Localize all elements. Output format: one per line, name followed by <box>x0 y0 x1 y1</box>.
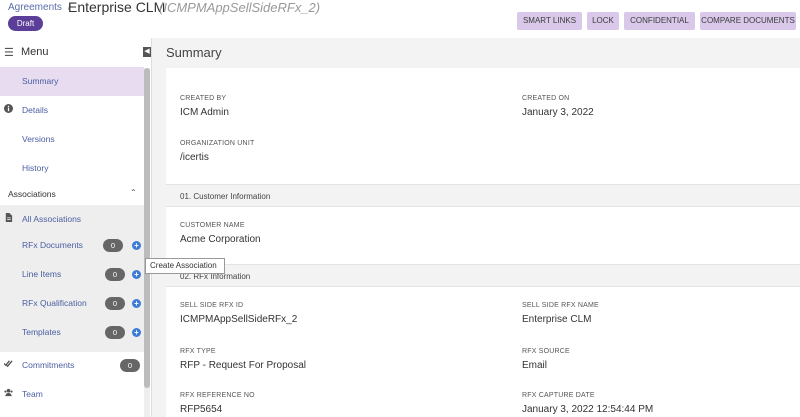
breadcrumb-agreements[interactable]: Agreements <box>8 2 62 13</box>
rfx-capture-label: RFX CAPTURE DATE <box>522 392 595 399</box>
sidebar-item-label: Versions <box>22 134 55 144</box>
associations-header[interactable]: Associations ⌃ <box>0 182 144 205</box>
created-on-label: CREATED ON <box>522 95 570 102</box>
menu-label: Menu <box>21 46 49 58</box>
sidebar-item-label: Team <box>22 389 43 399</box>
count-badge: 0 <box>105 268 125 281</box>
sidebar-item-label: Line Items <box>22 269 62 279</box>
sidebar-item-summary[interactable]: Summary <box>0 67 144 96</box>
sidebar-item-label: RFx Documents <box>22 240 83 250</box>
collapse-sidebar-icon[interactable]: ◀ <box>143 47 151 57</box>
team-icon <box>4 388 13 397</box>
sidebar-item-team[interactable]: Team <box>0 380 144 409</box>
add-association-icon[interactable]: + <box>132 270 141 279</box>
rfx-id-label: SELL SIDE RFX ID <box>180 302 244 309</box>
sidebar-item-history[interactable]: History <box>0 154 144 183</box>
associations-group: All Associations RFx Documents 0 + Line … <box>0 205 144 352</box>
rfx-source-value: Email <box>522 360 548 371</box>
sidebar: ☰ Menu ◀ Summary Details Versions Histor… <box>0 38 152 417</box>
sidebar-item-commitments[interactable]: Commitments 0 <box>0 351 144 380</box>
rfx-ref-label: RFX REFERENCE NO <box>180 392 255 399</box>
sidebar-scrollbar-thumb[interactable] <box>144 68 150 388</box>
info-icon <box>4 104 13 113</box>
lock-button[interactable]: LOCK <box>587 12 619 30</box>
rfx-info-panel: SELL SIDE RFX ID ICMPMAppSellSideRFx_2 S… <box>166 287 800 417</box>
section-header-rfx-info[interactable]: 02. RFx Information <box>166 264 800 287</box>
sidebar-item-versions[interactable]: Versions <box>0 125 144 154</box>
section-title: 01. Customer Information <box>180 192 271 201</box>
chevron-up-icon: ⌃ <box>130 188 137 197</box>
sidebar-item-templates[interactable]: Templates 0 + <box>0 318 144 347</box>
rfx-ref-value: RFP5654 <box>180 404 223 415</box>
sidebar-item-label: Templates <box>22 327 61 337</box>
org-unit-label: ORGANIZATION UNIT <box>180 140 255 147</box>
sidebar-item-label: Details <box>22 105 48 115</box>
sidebar-item-label: RFx Qualification <box>22 298 87 308</box>
rfx-name-label: SELL SIDE RFX NAME <box>522 302 599 309</box>
sidebar-item-label: Commitments <box>22 360 75 370</box>
general-panel: CREATED BY ICM Admin CREATED ON January … <box>166 68 800 184</box>
count-badge: 0 <box>103 239 123 252</box>
page-title: Enterprise CLM <box>68 0 166 15</box>
org-unit-value: /icertis <box>180 152 209 163</box>
customer-info-panel: CUSTOMER NAME Acme Corporation <box>166 207 800 264</box>
sidebar-item-all-associations[interactable]: All Associations <box>0 205 144 234</box>
rfx-source-label: RFX SOURCE <box>522 348 570 355</box>
rfx-type-value: RFP - Request For Proposal <box>180 360 306 371</box>
customer-name-label: CUSTOMER NAME <box>180 222 245 229</box>
rfx-capture-value: January 3, 2022 12:54:44 PM <box>522 404 654 415</box>
rfx-name-value: Enterprise CLM <box>522 314 592 325</box>
count-badge: 0 <box>105 297 125 310</box>
sidebar-item-rfx-qualification[interactable]: RFx Qualification 0 + <box>0 289 144 318</box>
sidebar-item-rfx-documents[interactable]: RFx Documents 0 + <box>0 231 144 260</box>
document-icon <box>5 213 13 222</box>
count-badge: 0 <box>120 359 140 372</box>
created-on-value: January 3, 2022 <box>522 107 594 118</box>
main-title-bar: Summary <box>152 38 800 68</box>
customer-name-value: Acme Corporation <box>180 234 261 245</box>
smart-links-button[interactable]: SMART LINKS <box>517 12 582 30</box>
section-header-customer-info[interactable]: 01. Customer Information <box>166 184 800 207</box>
add-association-icon[interactable]: + <box>132 241 141 250</box>
page-header: Agreements / Enterprise CLM (ICMPMAppSell… <box>0 0 800 38</box>
breadcrumb: Agreements / <box>8 2 77 13</box>
page-subtitle: (ICMPMAppSellSideRFx_2) <box>159 0 321 15</box>
add-association-icon[interactable]: + <box>132 328 141 337</box>
double-check-icon <box>4 360 13 368</box>
associations-label: Associations <box>8 189 56 199</box>
sidebar-item-label: History <box>22 163 49 173</box>
hamburger-icon[interactable]: ☰ <box>4 46 14 59</box>
sidebar-item-line-items[interactable]: Line Items 0 + <box>0 260 144 289</box>
create-association-tooltip: Create Association <box>145 258 225 274</box>
menu-header: ☰ Menu <box>0 38 140 66</box>
sidebar-item-details[interactable]: Details <box>0 96 144 125</box>
add-association-icon[interactable]: + <box>132 299 141 308</box>
confidential-button[interactable]: CONFIDENTIAL <box>624 12 695 30</box>
sidebar-item-label: Summary <box>22 76 59 86</box>
rfx-id-value: ICMPMAppSellSideRFx_2 <box>180 314 298 325</box>
compare-documents-button[interactable]: COMPARE DOCUMENTS <box>700 12 796 30</box>
created-by-value: ICM Admin <box>180 107 229 118</box>
sidebar-item-label: All Associations <box>22 214 82 224</box>
rfx-type-label: RFX TYPE <box>180 348 216 355</box>
status-badge: Draft <box>8 16 43 31</box>
created-by-label: CREATED BY <box>180 95 227 102</box>
count-badge: 0 <box>105 326 125 339</box>
main-title: Summary <box>166 45 222 60</box>
